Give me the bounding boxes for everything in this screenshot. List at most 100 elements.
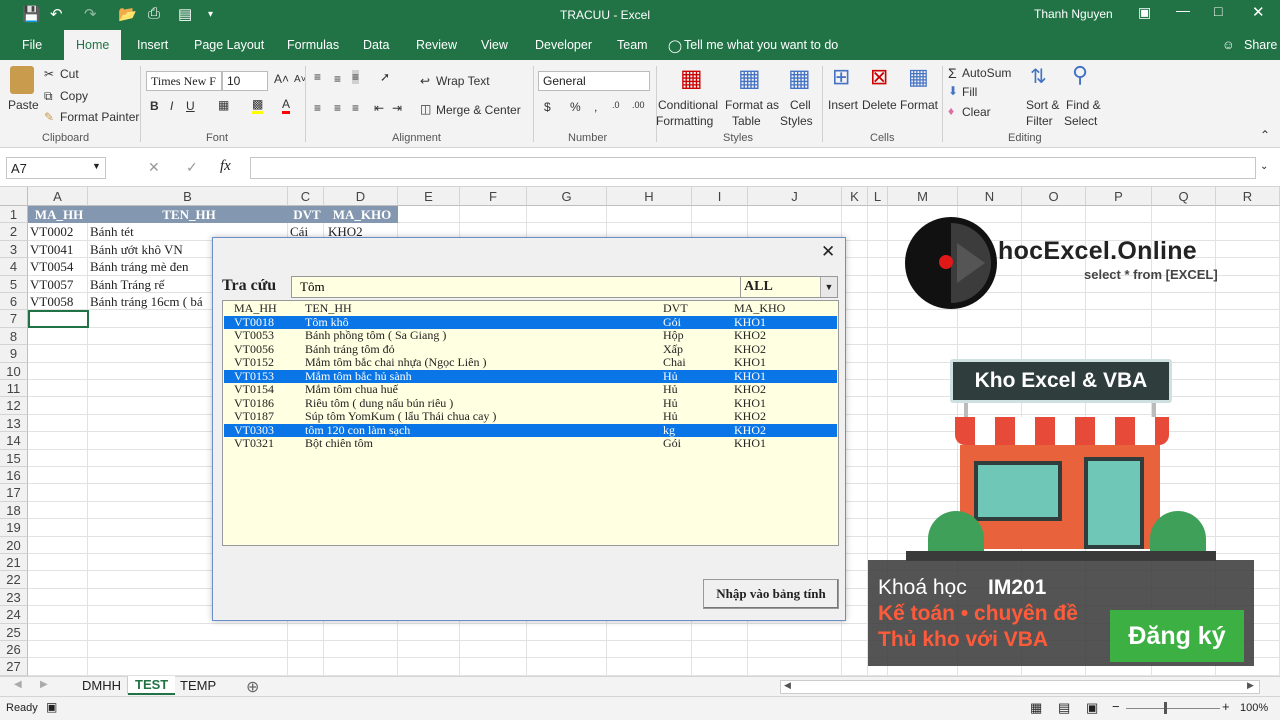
row-header[interactable]: 6 (0, 293, 28, 311)
column-header[interactable]: Q (1152, 187, 1216, 206)
header-cell-ma-hh[interactable]: MA_HH (28, 206, 88, 223)
align-right-icon[interactable]: ≡ (352, 101, 359, 115)
row-header[interactable]: 23 (0, 588, 28, 607)
warehouse-filter-select[interactable]: ALL ▼ (740, 276, 838, 298)
conditional-formatting-icon[interactable]: ▦ (680, 64, 703, 93)
merge-center-button[interactable]: Merge & Center (436, 103, 521, 117)
save-icon[interactable]: 💾 (22, 5, 41, 23)
select-all-corner[interactable] (0, 187, 28, 206)
row-header[interactable]: 3 (0, 240, 28, 259)
tab-view[interactable]: View (481, 38, 508, 52)
sort-filter-icon[interactable]: ⇅ (1030, 64, 1047, 89)
fill-color-icon[interactable]: ▩ (252, 97, 264, 114)
expand-formula-icon[interactable]: ⌄ (1260, 161, 1268, 172)
new-sheet-icon[interactable]: ⊕ (246, 677, 259, 697)
decrease-indent-icon[interactable]: ⇤ (374, 101, 384, 115)
sort-filter-label-2[interactable]: Filter (1026, 114, 1053, 128)
list-item[interactable]: VT0303 tôm 120 con làm sạch kg KHO2 (224, 423, 837, 437)
macro-record-icon[interactable]: ▣ (46, 700, 57, 714)
conditional-formatting-label-2[interactable]: Formatting (656, 114, 713, 128)
format-as-table-icon[interactable]: ▦ (738, 64, 761, 93)
decrease-decimal-icon[interactable]: .00 (632, 100, 645, 110)
percent-icon[interactable]: % (570, 100, 581, 114)
row-header[interactable]: 11 (0, 380, 28, 398)
search-input[interactable] (291, 276, 741, 298)
results-list[interactable]: MA_HH TEN_HH DVT MA_KHO VT0018 Tôm khô Gói… (222, 300, 839, 546)
list-item[interactable]: VT0152 Mắm tôm bắc chai nhựa (Ngọc Liên )… (224, 355, 837, 370)
column-header[interactable]: R (1216, 187, 1280, 206)
format-as-table-label[interactable]: Format as (725, 98, 779, 112)
number-format-select[interactable]: General (538, 71, 650, 91)
wrap-text-icon[interactable]: ↩ (420, 74, 430, 88)
list-item[interactable]: VT0153 Mắm tôm bắc hủ sành Hủ KHO1 (224, 369, 837, 383)
row-header[interactable]: 14 (0, 432, 28, 450)
cut-button[interactable]: Cut (60, 67, 79, 81)
header-cell-dvt[interactable]: DVT (288, 206, 324, 223)
cell-ma-hh[interactable]: VT0057 (28, 276, 88, 293)
font-size-select[interactable]: 10 (222, 71, 268, 91)
align-top-icon[interactable]: ≡ (314, 70, 321, 84)
sheet-tab-dmhh[interactable]: DMHH (76, 677, 128, 694)
tab-formulas[interactable]: Formulas (287, 38, 339, 52)
increase-indent-icon[interactable]: ⇥ (392, 101, 402, 115)
tab-insert[interactable]: Insert (137, 38, 168, 52)
row-header[interactable]: 19 (0, 519, 28, 537)
paste-button[interactable]: Paste (8, 98, 39, 112)
find-select-label-2[interactable]: Select (1064, 114, 1097, 128)
scroll-right-icon[interactable]: ▶ (40, 679, 48, 690)
minimize-icon[interactable]: — (1176, 2, 1190, 18)
delete-cells-button[interactable]: Delete (862, 98, 897, 112)
print-preview-icon[interactable]: ⎙ (148, 5, 160, 22)
find-select-label[interactable]: Find & (1066, 98, 1101, 112)
customize-qat-icon[interactable]: ▾ (208, 9, 213, 20)
zoom-level[interactable]: 100% (1240, 702, 1268, 714)
tab-page-layout[interactable]: Page Layout (194, 38, 264, 52)
format-as-table-label-2[interactable]: Table (732, 114, 761, 128)
currency-icon[interactable]: $ (544, 100, 551, 114)
autosum-icon[interactable]: Σ (948, 65, 957, 81)
fill-icon[interactable]: ⬇ (948, 84, 958, 98)
align-middle-icon[interactable]: ≡ (334, 72, 341, 86)
column-header[interactable]: J (748, 187, 842, 206)
share-icon[interactable]: ☺ (1222, 38, 1235, 52)
borders-icon[interactable]: ▦ (218, 98, 229, 112)
conditional-formatting-label[interactable]: Conditional (658, 98, 718, 112)
register-button[interactable]: Đăng ký (1110, 610, 1244, 662)
row-header[interactable]: 22 (0, 571, 28, 589)
copy-icon[interactable]: ⧉ (44, 89, 53, 104)
page-break-view-icon[interactable]: ▣ (1086, 700, 1098, 716)
zoom-in-icon[interactable]: + (1222, 699, 1230, 714)
column-header[interactable]: O (1022, 187, 1086, 206)
undo-icon[interactable]: ↶ (50, 5, 63, 23)
column-header[interactable]: E (398, 187, 460, 206)
list-item[interactable]: VT0186 Riêu tôm ( dung nấu bún riêu ) Hủ KH… (224, 396, 837, 411)
format-painter-button[interactable]: Format Painter (60, 110, 139, 124)
italic-icon[interactable]: I (170, 99, 173, 113)
sheet-tab-temp[interactable]: TEMP (174, 677, 222, 694)
orientation-icon[interactable]: ➚ (380, 70, 390, 84)
hscroll-right-icon[interactable]: ▶ (1247, 680, 1254, 691)
hscroll-left-icon[interactable]: ◀ (784, 680, 791, 691)
cell-ma-hh[interactable]: VT0058 (28, 293, 88, 310)
cell-ma-hh[interactable]: VT0002 (28, 223, 88, 240)
cell-ten-hh[interactable]: Bánh Tráng rế (88, 276, 212, 293)
row-header[interactable]: 8 (0, 327, 28, 346)
list-item[interactable]: VT0053 Bánh phồng tôm ( Sa Giang ) Hộp KHO2 (224, 328, 837, 343)
row-header[interactable]: 12 (0, 397, 28, 415)
column-header[interactable]: M (888, 187, 958, 206)
column-header[interactable]: H (607, 187, 692, 206)
zoom-slider-thumb[interactable] (1164, 702, 1167, 714)
delete-cells-icon[interactable]: ⊠ (870, 64, 888, 90)
increase-decimal-icon[interactable]: .0 (612, 100, 620, 110)
grow-font-icon[interactable]: A˄ (274, 72, 289, 86)
column-header[interactable]: G (527, 187, 607, 206)
insert-function-button[interactable]: fx (220, 158, 231, 175)
list-item[interactable]: VT0154 Mắm tôm chua huế Hủ KHO2 (224, 382, 837, 397)
cell-ten-hh[interactable]: Bánh ướt khô VN (88, 241, 212, 258)
cell-ma-hh[interactable]: VT0041 (28, 241, 88, 258)
row-header[interactable]: 20 (0, 536, 28, 554)
column-header[interactable]: B (88, 187, 288, 206)
cell-styles-label[interactable]: Cell (790, 98, 811, 112)
row-header[interactable]: 15 (0, 449, 28, 467)
share-button[interactable]: Share (1244, 38, 1277, 52)
